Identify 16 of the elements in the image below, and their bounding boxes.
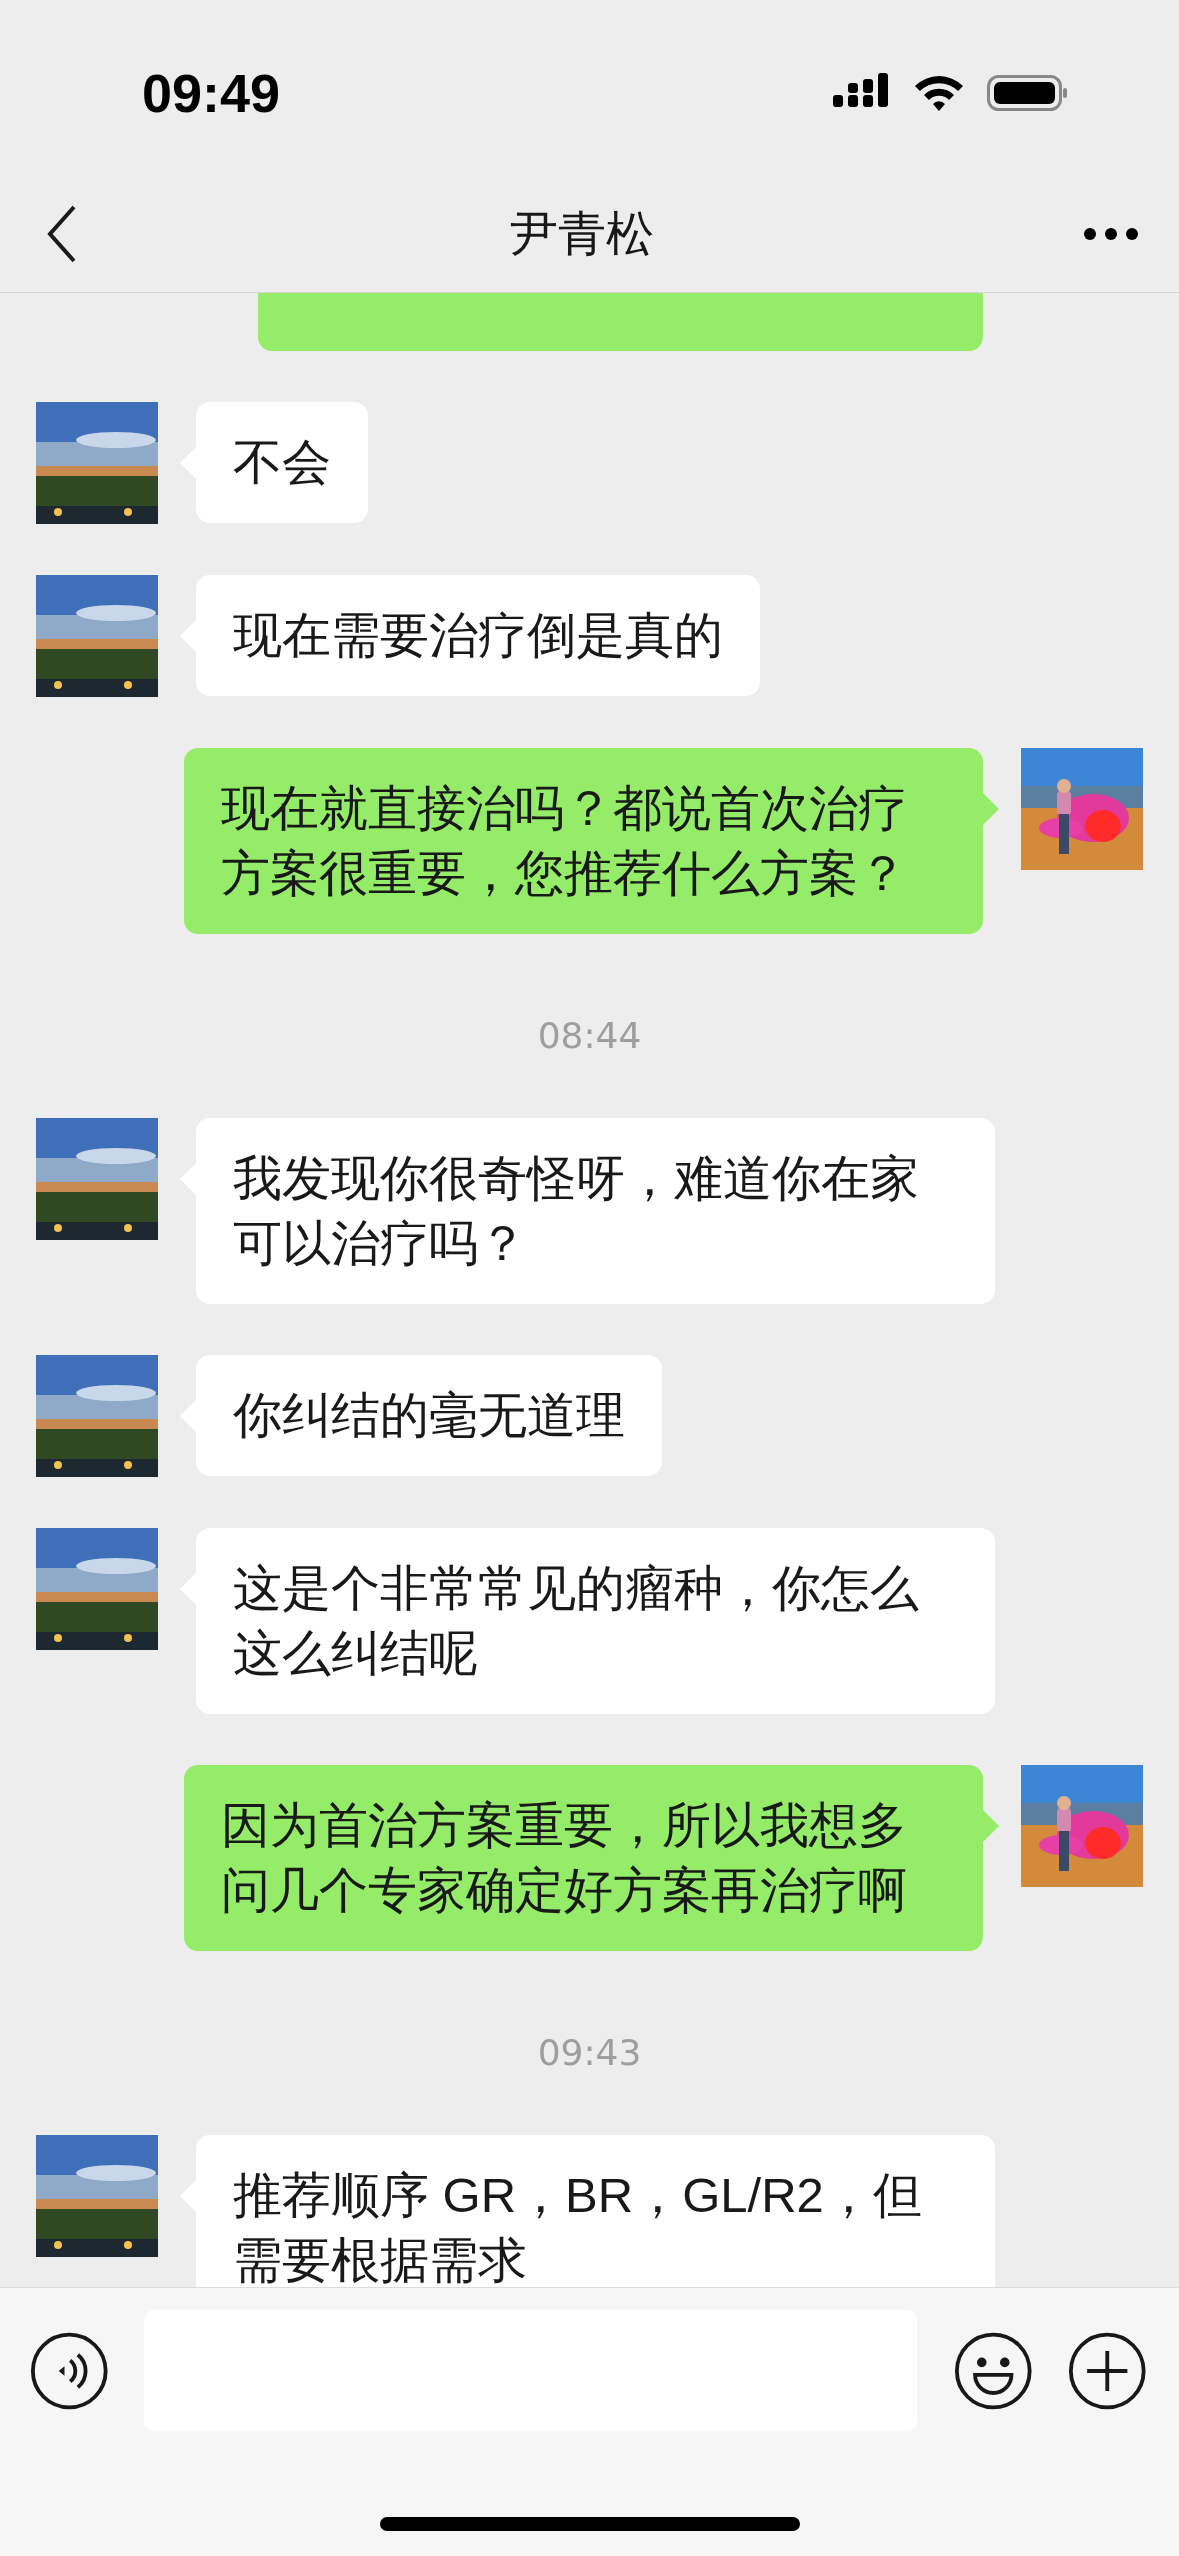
more-icon[interactable] [1083,226,1139,241]
message-bubble: 现在就直接治吗？都说首次治疗方案很重要，您推荐什么方案？ [184,748,983,934]
bubble-tail [983,1810,999,1842]
message-bubble: 因为首治方案重要，所以我想多问几个专家确定好方案再治疗啊 [184,1765,983,1951]
timestamp: 09:43 [537,2032,642,2073]
battery-icon [987,72,1069,113]
status-time: 09:49 [142,61,281,124]
bubble-tail [983,793,999,825]
message-bubble: 我发现你很奇怪呀，难道你在家可以治疗吗？ [196,1118,995,1304]
message-bubble: 现在需要治疗倒是真的 [196,575,760,696]
message-bubble: 这是个非常常见的瘤种，你怎么这么纠结呢 [196,1528,995,1714]
message-bubble: 不会 [196,402,368,523]
chat-title: 尹青松 [509,203,654,263]
message-bubble: 推荐顺序 GR，BR，GL/R2，但需要根据需求 [196,2135,995,2287]
message-bubble: 你纠结的毫无道理 [196,1355,662,1476]
timestamp: 08:44 [537,1015,642,1056]
